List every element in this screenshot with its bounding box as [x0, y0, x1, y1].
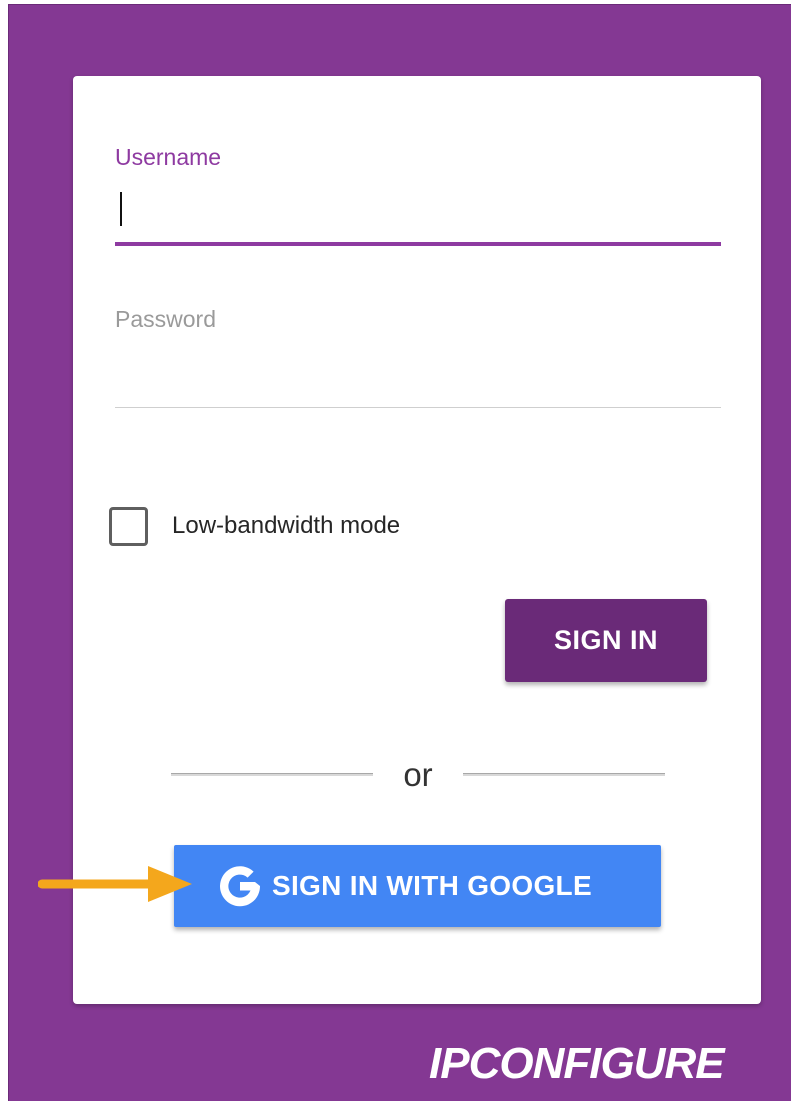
- login-background: Username Password Low-bandwidth mode SIG…: [8, 4, 791, 1101]
- password-field[interactable]: Password: [115, 302, 721, 408]
- username-field[interactable]: Username: [115, 142, 721, 246]
- low-bandwidth-checkbox[interactable]: [109, 506, 148, 546]
- google-button-label: SIGN IN WITH GOOGLE: [272, 870, 592, 901]
- arrow-right-icon: [38, 866, 192, 902]
- low-bandwidth-label: Low-bandwidth mode: [172, 512, 401, 539]
- google-g-icon: [220, 866, 261, 907]
- or-divider: or: [171, 756, 665, 800]
- password-label: Password: [115, 306, 216, 332]
- username-label: Username: [115, 144, 222, 170]
- sign-in-button[interactable]: SIGN IN: [505, 599, 707, 682]
- ipconfigure-logo: IPCONFIGURE: [429, 1039, 725, 1089]
- username-input[interactable]: [115, 186, 721, 232]
- divider-line-right: [463, 773, 665, 776]
- text-cursor: [120, 192, 122, 226]
- sign-in-with-google-button[interactable]: SIGN IN WITH GOOGLE: [174, 845, 661, 927]
- password-input[interactable]: [115, 344, 721, 390]
- password-underline: [115, 407, 721, 408]
- username-underline: [115, 242, 721, 246]
- logo-text: IPCONFIGURE: [429, 1039, 725, 1088]
- low-bandwidth-option[interactable]: Low-bandwidth mode: [109, 502, 509, 550]
